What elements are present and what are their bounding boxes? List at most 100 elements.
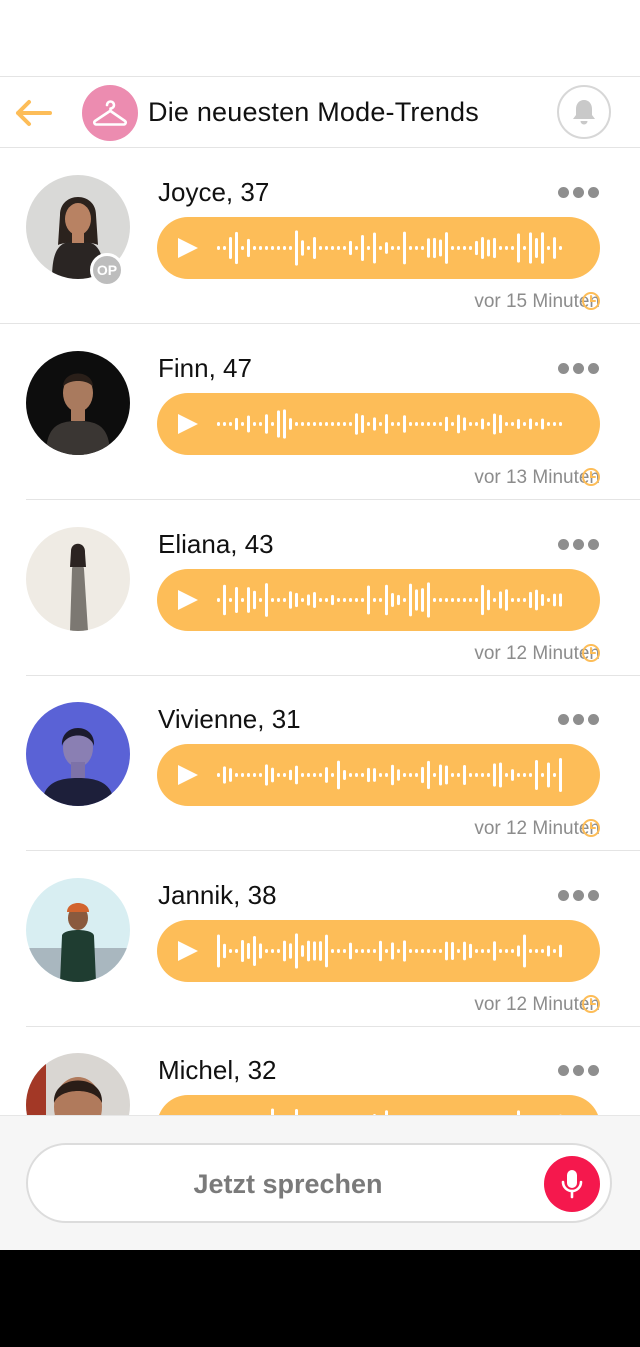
speak-label: Jetzt sprechen [193,1169,383,1199]
topic-avatar[interactable] [82,85,138,141]
voice-message-player[interactable] [157,920,600,982]
waveform-bar [523,773,526,777]
waveform-bar [391,764,394,786]
waveform-bar [235,231,238,265]
back-button[interactable] [12,97,54,129]
avatar[interactable] [26,1053,130,1115]
more-options-icon[interactable] [558,1063,600,1077]
waveform-bar [403,231,406,265]
speak-input[interactable]: Jetzt sprechen [26,1143,612,1223]
waveform-bar [445,232,448,264]
waveform-bar [223,766,226,784]
play-icon[interactable] [178,238,198,258]
divider [26,850,640,851]
notification-button[interactable] [557,85,611,139]
waveform-bar [319,246,322,250]
waveform-bar [271,246,274,250]
waveform-bar [283,598,286,602]
more-options-icon[interactable] [558,537,600,551]
waveform-bar [307,773,310,777]
waveform-bar [499,246,502,250]
play-icon[interactable] [178,590,198,610]
record-button[interactable] [544,1156,600,1212]
waveform-bar [283,246,286,250]
waveform-bar [439,239,442,257]
voice-message-player[interactable] [157,569,600,631]
waveform-bar [511,246,514,250]
waveform-bar [289,943,292,959]
more-options-icon[interactable] [558,361,600,375]
waveform-bar [547,762,550,788]
waveform-bar [337,598,340,602]
more-options-icon[interactable] [558,712,600,726]
status-area [0,0,640,76]
avatar[interactable] [26,351,130,455]
post-feed: OP Joyce, 37 vor 15 Minuten Finn, 47 vor… [0,149,640,1115]
author-name[interactable]: Eliana, 43 [158,529,274,560]
waveform-bar [523,246,526,250]
waveform-bar [475,422,478,426]
waveform-bar [535,949,538,953]
waveform-bar [475,949,478,953]
more-options-icon[interactable] [558,888,600,902]
waveform-bar [385,773,388,777]
voice-message-player[interactable] [157,744,600,806]
avatar[interactable] [26,878,130,982]
waveform-bar [295,422,298,426]
avatar[interactable] [26,702,130,806]
waveform-bar [289,418,292,430]
voice-message-player[interactable] [157,1095,600,1115]
waveform-bar [289,769,292,781]
home-indicator-area [0,1250,640,1347]
waveform-bar [319,598,322,602]
waveform-bar [229,949,232,953]
author-name[interactable]: Vivienne, 31 [158,704,301,735]
waveform-bar [481,237,484,259]
arrow-left-icon [16,100,52,126]
avatar[interactable] [26,527,130,631]
waveform-bar [403,940,406,962]
play-icon[interactable] [178,765,198,785]
waveform-bar [361,773,364,777]
waveform-bar [247,415,250,433]
op-badge: OP [90,253,124,287]
author-name[interactable]: Michel, 32 [158,1055,277,1086]
waveform-bar [421,949,424,953]
waveform-bar [469,246,472,250]
waveform-bar [331,422,334,426]
author-name[interactable]: Jannik, 38 [158,880,277,911]
author-name[interactable]: Joyce, 37 [158,177,269,208]
waveform-bar [493,237,496,259]
waveform-bar [223,422,226,426]
waveform-bar [553,773,556,777]
waveform-bar [265,949,268,953]
waveform-bar [463,764,466,786]
waveform-bar [493,763,496,787]
play-icon[interactable] [178,414,198,434]
waveform-bar [433,422,436,426]
clock-icon [582,819,600,837]
waveform-bar [541,949,544,953]
waveform-bar [283,773,286,777]
waveform-bar [337,422,340,426]
waveform-bar [247,773,250,777]
hanger-icon [93,100,127,126]
waveform-bar [415,949,418,953]
waveform-bar [535,759,538,791]
waveform-bar [493,598,496,602]
waveform-bar [541,594,544,606]
waveform-bar [271,422,274,426]
play-icon[interactable] [178,941,198,961]
waveform-bar [313,237,316,259]
waveform [178,230,562,266]
waveform-bar [487,773,490,777]
voice-message-player[interactable] [157,393,600,455]
waveform-bar [349,773,352,777]
more-options-icon[interactable] [558,185,600,199]
waveform-bar [289,591,292,609]
voice-message-player[interactable] [157,217,600,279]
waveform-bar [559,758,562,792]
waveform-bar [283,940,286,962]
author-name[interactable]: Finn, 47 [158,353,252,384]
waveform-bar [307,246,310,250]
